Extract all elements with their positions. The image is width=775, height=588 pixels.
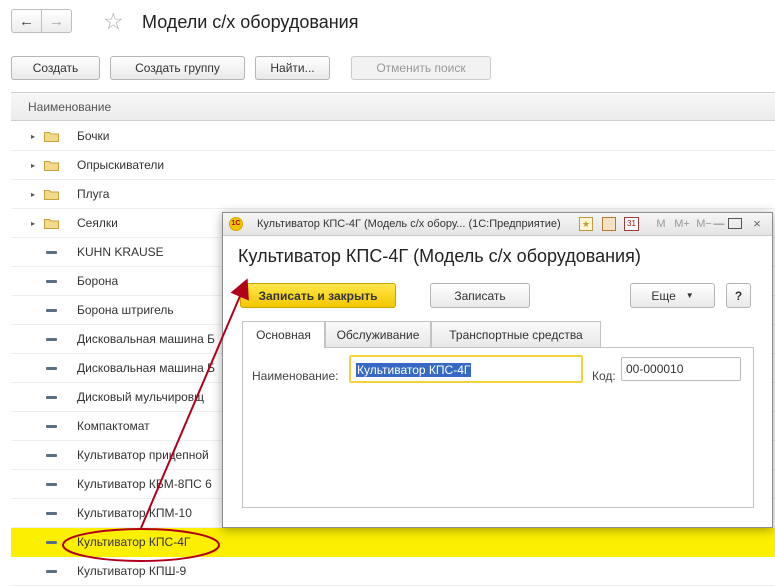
list-item[interactable]: Культиватор КПС-4Г (11, 528, 775, 557)
help-button[interactable]: ? (726, 283, 751, 308)
code-input[interactable]: 00-000010 (621, 357, 741, 381)
code-label: Код: (592, 369, 616, 383)
list-item-label: Культиватор прицепной (77, 448, 209, 462)
list-item-label: Дисковый мульчировщ (77, 390, 205, 404)
list-item-label: Борона штригель (77, 303, 174, 317)
tab-transport[interactable]: Транспортные средства (431, 321, 601, 347)
list-item-folder[interactable]: ▸ Бочки (11, 122, 775, 151)
folder-icon (44, 161, 59, 171)
expand-arrow-icon[interactable]: ▸ (31, 190, 35, 199)
expand-arrow-icon[interactable]: ▸ (31, 161, 35, 170)
cancel-search-button[interactable]: Отменить поиск (351, 56, 491, 80)
close-icon[interactable]: × (750, 216, 764, 232)
name-label: Наименование: (252, 369, 339, 383)
list-item-label: Опрыскиватели (77, 158, 165, 172)
list-item-folder[interactable]: ▸ Опрыскиватели (11, 151, 775, 180)
item-icon (46, 541, 57, 544)
memory-plus-icon[interactable]: M+ (673, 216, 691, 232)
item-icon (46, 454, 57, 457)
list-item-label: Сеялки (77, 216, 118, 230)
memory-icon[interactable]: M (653, 216, 669, 232)
list-item-label: Дисковальная машина Б (77, 332, 215, 346)
item-icon (46, 570, 57, 573)
tab-main[interactable]: Основная (242, 321, 325, 348)
expand-arrow-icon[interactable]: ▸ (31, 219, 35, 228)
list-item-label: Компактомат (77, 419, 150, 433)
minimize-icon[interactable]: — (712, 216, 726, 232)
arrow-right-icon: → (49, 12, 64, 30)
list-item[interactable]: Культиватор КПШ-9 (11, 557, 775, 586)
name-input[interactable]: Культиватор КПС-4Г (349, 355, 583, 383)
create-group-button[interactable]: Создать группу (110, 56, 245, 80)
list-item-label: Культиватор КПС-4Г (77, 535, 191, 549)
tab-service[interactable]: Обслуживание (325, 321, 431, 347)
expand-arrow-icon[interactable]: ▸ (31, 132, 35, 141)
item-icon (46, 338, 57, 341)
memory-minus-icon[interactable]: M− (695, 216, 713, 232)
back-button[interactable]: ← (11, 9, 42, 33)
list-item-label: Культиватор КПШ-9 (77, 564, 187, 578)
caret-down-icon: ▼ (685, 291, 694, 300)
list-item-label: Культиватор КПМ-10 (77, 506, 192, 520)
list-item-label: Бочки (77, 129, 110, 143)
page-title: Модели с/х оборудования (142, 12, 359, 32)
maximize-icon[interactable] (728, 218, 742, 229)
item-icon (46, 425, 57, 428)
find-button[interactable]: Найти... (255, 56, 330, 80)
item-icon (46, 512, 57, 515)
item-icon (46, 483, 57, 486)
folder-icon (44, 190, 59, 200)
save-and-close-button[interactable]: Записать и закрыть (240, 283, 396, 308)
list-item-label: Плуга (77, 187, 110, 201)
arrow-left-icon: ← (19, 12, 34, 30)
more-button[interactable]: Еще ▼ (630, 283, 715, 308)
item-icon (46, 367, 57, 370)
item-icon (46, 251, 57, 254)
list-item-label: Борона (77, 274, 119, 288)
dialog-heading: Культиватор КПС-4Г (Модель с/х оборудова… (238, 246, 641, 266)
list-item-label: KUHN KRAUSE (77, 245, 164, 259)
dialog-titlebar[interactable]: 1С Культиватор КПС-4Г (Модель с/х обору.… (223, 213, 772, 236)
calculator-icon[interactable] (602, 217, 616, 231)
forward-button[interactable]: → (41, 9, 72, 33)
list-item-label: Культиватор КБМ-8ПС 6 (77, 477, 212, 491)
calendar-icon[interactable]: 31 (624, 217, 639, 231)
dialog-caption: Культиватор КПС-4Г (Модель с/х обору... … (257, 218, 561, 230)
create-button[interactable]: Создать (11, 56, 100, 80)
name-input-value: Культиватор КПС-4Г (356, 363, 472, 377)
folder-icon (44, 132, 59, 142)
1c-logo-icon: 1С (229, 217, 243, 231)
favorite-star-icon[interactable]: ☆ (103, 7, 124, 35)
tab-panel-main: Наименование: Культиватор КПС-4Г Код: 00… (242, 347, 754, 508)
item-icon (46, 396, 57, 399)
list-item-label: Дисковальная машина Б (77, 361, 215, 375)
more-label: Еще (651, 288, 676, 303)
item-icon (46, 309, 57, 312)
column-header-name[interactable]: Наименование (11, 92, 775, 121)
favorite-icon[interactable]: ★ (579, 217, 593, 231)
list-item-folder[interactable]: ▸ Плуга (11, 180, 775, 209)
folder-icon (44, 219, 59, 229)
item-icon (46, 280, 57, 283)
save-button[interactable]: Записать (430, 283, 530, 308)
item-dialog: 1С Культиватор КПС-4Г (Модель с/х обору.… (222, 212, 773, 528)
